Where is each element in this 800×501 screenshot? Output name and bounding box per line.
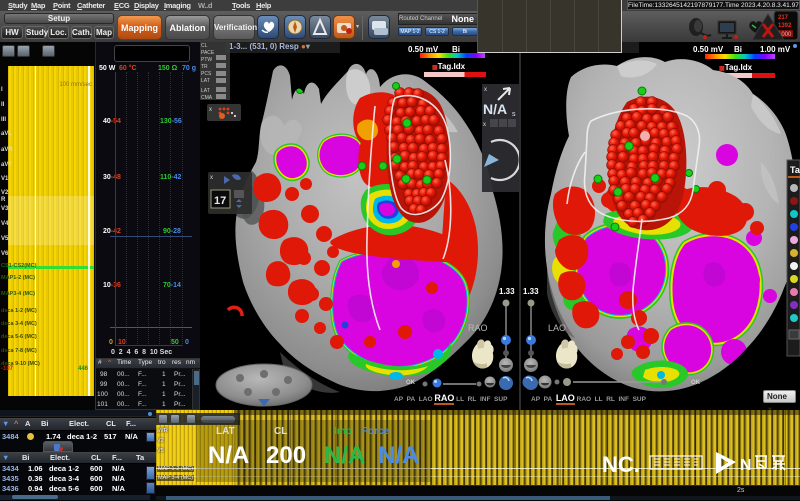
svg-text:PACE: PACE: [201, 50, 215, 56]
svg-text:CL: CL: [201, 43, 208, 49]
svg-text:x: x: [210, 175, 213, 181]
svg-text:x: x: [483, 122, 486, 128]
svg-text:PTW: PTW: [201, 57, 212, 63]
svg-text:Ta: Ta: [790, 165, 800, 175]
svg-text:LAO: LAO: [548, 323, 566, 333]
svg-text:NC.: NC.: [602, 452, 640, 477]
svg-text:1.33: 1.33: [499, 287, 515, 296]
svg-text:RAO: RAO: [468, 323, 488, 333]
svg-text:N: N: [740, 457, 752, 474]
svg-text:CMA: CMA: [201, 95, 213, 101]
svg-text:LAT: LAT: [201, 88, 210, 94]
svg-text:x: x: [209, 107, 212, 113]
svg-text:1.33: 1.33: [523, 287, 539, 296]
svg-text:PCS: PCS: [201, 71, 212, 77]
svg-text:17: 17: [214, 195, 226, 207]
svg-text:s: s: [512, 111, 516, 118]
svg-text:x: x: [484, 87, 487, 93]
svg-text:1392: 1392: [778, 23, 792, 29]
svg-text:N/A: N/A: [483, 101, 507, 117]
svg-text:TR: TR: [201, 64, 208, 70]
svg-text:217: 217: [778, 15, 789, 21]
svg-text:LAT: LAT: [201, 78, 210, 84]
